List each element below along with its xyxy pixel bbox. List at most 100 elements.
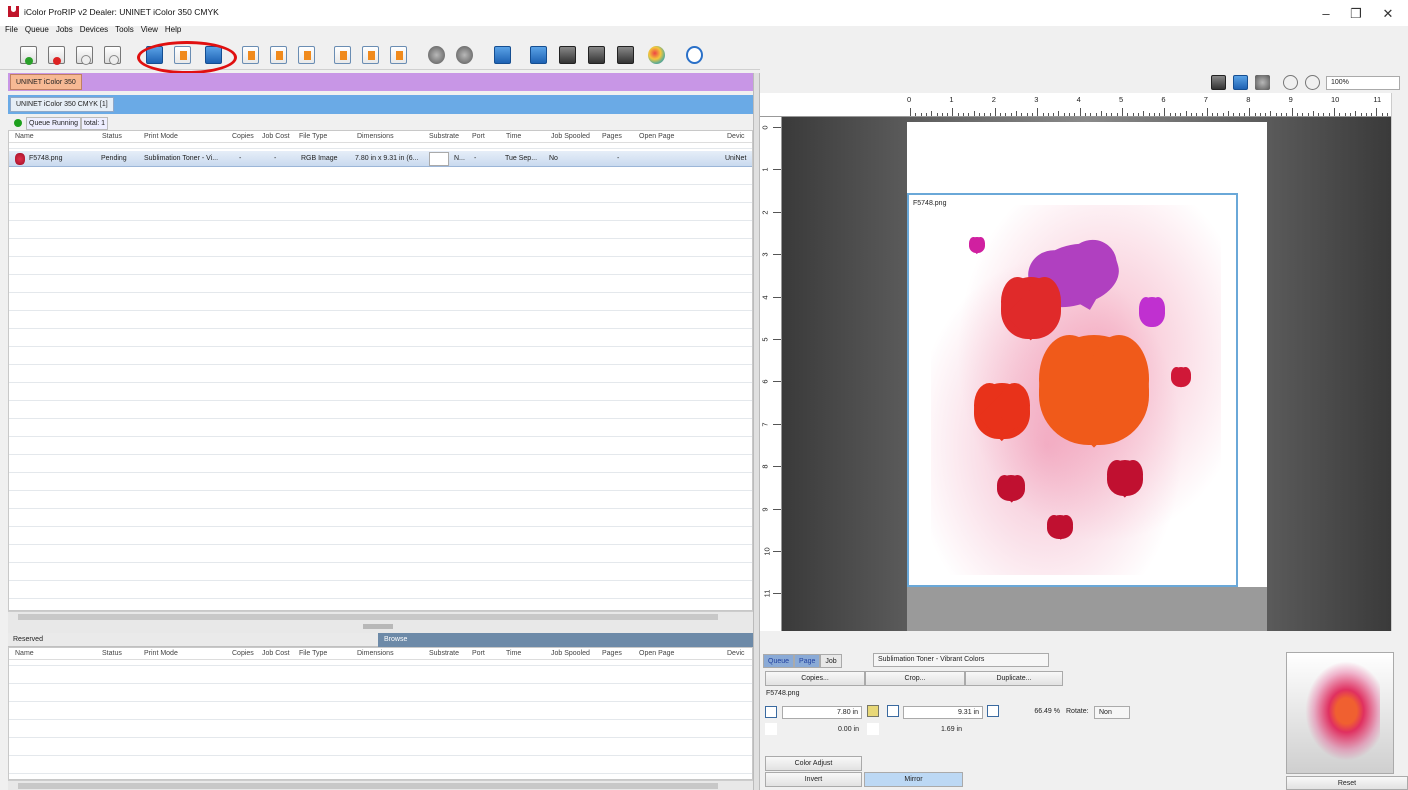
col-substrate[interactable]: Substrate bbox=[429, 131, 459, 143]
col-file-type[interactable]: File Type bbox=[299, 131, 327, 143]
grid-tool-icon[interactable] bbox=[1255, 75, 1270, 90]
add-job-icon[interactable] bbox=[20, 46, 37, 65]
menu-jobs[interactable]: Jobs bbox=[56, 25, 73, 34]
printer-icon[interactable] bbox=[588, 46, 605, 64]
menu-help[interactable]: Help bbox=[165, 25, 181, 34]
col-job-cost[interactable]: Job Cost bbox=[262, 131, 290, 143]
reset-button[interactable]: Reset bbox=[1286, 776, 1408, 790]
tab-page-props[interactable]: Page bbox=[794, 654, 821, 668]
col-job-cost[interactable]: Job Cost bbox=[262, 648, 290, 660]
col-copies[interactable]: Copies bbox=[232, 131, 254, 143]
zoom-in-icon[interactable] bbox=[1283, 75, 1298, 90]
compass-icon[interactable] bbox=[686, 46, 703, 64]
width-field[interactable]: 7.80 in bbox=[782, 706, 862, 719]
zoom-select[interactable]: 100% bbox=[1326, 76, 1400, 90]
job-info-icon[interactable] bbox=[104, 46, 121, 65]
x-offset-field[interactable]: 0.00 in bbox=[782, 724, 862, 737]
hold-job-icon[interactable] bbox=[428, 46, 445, 64]
align-right-icon[interactable] bbox=[298, 46, 315, 64]
scroll-thumb[interactable] bbox=[18, 614, 718, 620]
menu-queue[interactable]: Queue bbox=[25, 25, 49, 34]
align-top-icon[interactable] bbox=[334, 46, 351, 64]
scale-field[interactable]: 66.49 % bbox=[1005, 706, 1063, 719]
reserved-hscroll[interactable] bbox=[8, 780, 753, 790]
browse-tab[interactable]: Browse bbox=[378, 633, 753, 647]
col-time[interactable]: Time bbox=[506, 648, 521, 660]
height-field[interactable]: 9.31 in bbox=[903, 706, 983, 719]
col-copies[interactable]: Copies bbox=[232, 648, 254, 660]
tab-job-props[interactable]: Job bbox=[820, 654, 842, 668]
close-button[interactable]: ✕ bbox=[1376, 6, 1400, 22]
align-middle-icon[interactable] bbox=[362, 46, 379, 64]
col-dimensions[interactable]: Dimensions bbox=[357, 648, 394, 660]
queue-properties-icon[interactable] bbox=[530, 46, 547, 64]
col-time[interactable]: Time bbox=[506, 131, 521, 143]
mirror-button[interactable]: Mirror bbox=[864, 772, 963, 787]
job-table-hscroll[interactable] bbox=[8, 611, 753, 621]
minimize-button[interactable]: – bbox=[1314, 6, 1338, 22]
col-device[interactable]: Devic bbox=[727, 131, 745, 143]
col-file-type[interactable]: File Type bbox=[299, 648, 327, 660]
pane-divider[interactable] bbox=[753, 73, 760, 790]
align-left-icon[interactable] bbox=[242, 46, 259, 64]
delete-job-icon[interactable] bbox=[48, 46, 65, 65]
duplicate-button[interactable]: Duplicate... bbox=[965, 671, 1063, 686]
col-job-spooled[interactable]: Job Spooled bbox=[551, 648, 590, 660]
col-open-page[interactable]: Open Page bbox=[639, 131, 674, 143]
menu-tools[interactable]: Tools bbox=[115, 25, 134, 34]
col-dimensions[interactable]: Dimensions bbox=[357, 131, 394, 143]
lock-icon[interactable] bbox=[867, 705, 879, 717]
select-tool-icon[interactable] bbox=[1211, 75, 1226, 90]
menu-view[interactable]: View bbox=[141, 25, 158, 34]
menu-devices[interactable]: Devices bbox=[80, 25, 108, 34]
crop-button[interactable]: Crop... bbox=[865, 671, 965, 686]
open-queue-icon[interactable] bbox=[494, 46, 511, 64]
preview-vscroll[interactable] bbox=[1391, 93, 1408, 631]
image-frame[interactable] bbox=[907, 193, 1238, 587]
col-port[interactable]: Port bbox=[472, 648, 485, 660]
col-device[interactable]: Devic bbox=[727, 648, 745, 660]
tab-printer[interactable]: UNINET iColor 350 bbox=[10, 74, 82, 90]
color-palette-icon[interactable] bbox=[648, 46, 665, 64]
ruler-h-label: 3 bbox=[1034, 95, 1039, 104]
align-center-icon[interactable] bbox=[270, 46, 287, 64]
col-print-mode[interactable]: Print Mode bbox=[144, 131, 178, 143]
col-job-spooled[interactable]: Job Spooled bbox=[551, 131, 590, 143]
col-status[interactable]: Status bbox=[102, 131, 122, 143]
align-bottom-icon[interactable] bbox=[390, 46, 407, 64]
tab-queue[interactable]: UNINET iColor 350 CMYK [1] bbox=[10, 97, 114, 112]
reserved-label[interactable]: Reserved bbox=[8, 636, 43, 643]
ruler-tick bbox=[773, 211, 781, 213]
thumbnail-preview bbox=[1286, 652, 1394, 774]
tab-queue-props[interactable]: Queue bbox=[763, 654, 795, 668]
rotate-select[interactable]: Non bbox=[1094, 706, 1130, 719]
job-device: UniNet bbox=[725, 155, 747, 162]
col-port[interactable]: Port bbox=[472, 131, 485, 143]
move-tool-icon[interactable] bbox=[1233, 75, 1248, 90]
copies-button[interactable]: Copies... bbox=[765, 671, 865, 686]
ruler-tick bbox=[1153, 113, 1155, 116]
splitter[interactable] bbox=[8, 621, 753, 633]
col-open-page[interactable]: Open Page bbox=[639, 648, 674, 660]
profile-icon[interactable] bbox=[617, 46, 634, 64]
col-pages[interactable]: Pages bbox=[602, 648, 622, 660]
copy-job-icon[interactable] bbox=[76, 46, 93, 65]
scroll-thumb[interactable] bbox=[18, 783, 718, 789]
zoom-out-icon[interactable] bbox=[1305, 75, 1320, 90]
splitter-grip[interactable] bbox=[363, 624, 393, 629]
col-name[interactable]: Name bbox=[15, 648, 34, 660]
col-substrate[interactable]: Substrate bbox=[429, 648, 459, 660]
col-name[interactable]: Name bbox=[15, 131, 34, 143]
maximize-button[interactable]: ❐ bbox=[1344, 6, 1368, 22]
color-adjust-button[interactable]: Color Adjust bbox=[765, 756, 862, 771]
col-print-mode[interactable]: Print Mode bbox=[144, 648, 178, 660]
cancel-job-icon[interactable] bbox=[456, 46, 473, 64]
invert-button[interactable]: Invert bbox=[765, 772, 862, 787]
menu-file[interactable]: File bbox=[5, 25, 18, 34]
table-row[interactable]: F5748.png Pending Sublimation Toner - Vi… bbox=[9, 151, 752, 167]
print-mode-select[interactable]: Sublimation Toner - Vibrant Colors bbox=[873, 653, 1049, 667]
col-status[interactable]: Status bbox=[102, 648, 122, 660]
y-offset-field[interactable]: 1.69 in bbox=[885, 724, 965, 737]
col-pages[interactable]: Pages bbox=[602, 131, 622, 143]
device-settings-icon[interactable] bbox=[559, 46, 576, 64]
